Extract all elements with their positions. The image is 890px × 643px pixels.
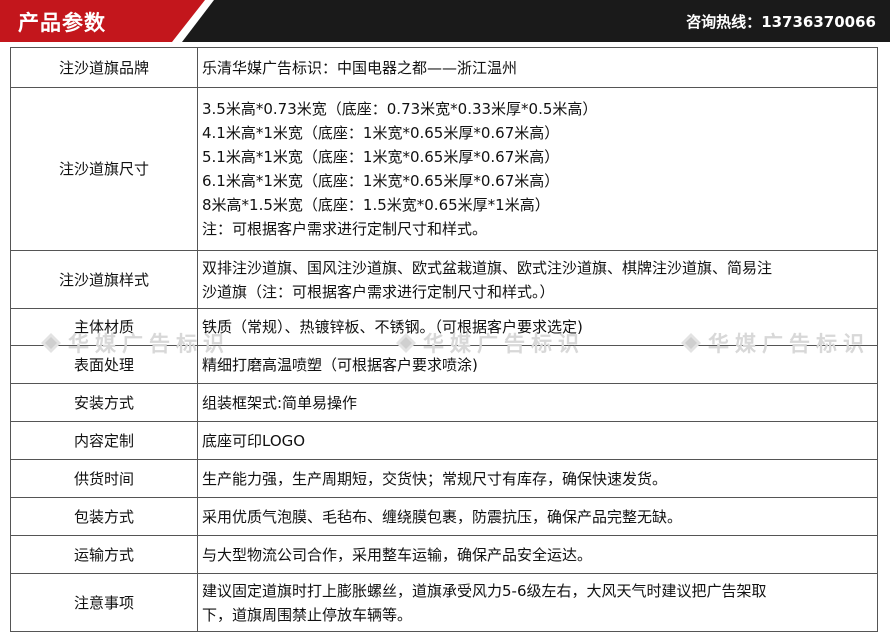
param-line: 3.5米高*0.73米宽（底座：0.73米宽*0.33米厚*0.5米高） bbox=[202, 100, 598, 118]
param-key: 供货时间 bbox=[10, 459, 198, 498]
param-value: 采用优质气泡膜、毛毡布、缠绕膜包裹，防震抗压，确保产品完整无缺。 bbox=[197, 497, 878, 536]
param-value: 乐清华媒广告标识：中国电器之都——浙江温州 bbox=[197, 47, 878, 88]
param-value: 建议固定道旗时打上膨胀螺丝，道旗承受风力5-6级左右，大风天气时建议把广告架取 … bbox=[197, 573, 878, 632]
table-row: 注沙道旗尺寸 3.5米高*0.73米宽（底座：0.73米宽*0.33米厚*0.5… bbox=[10, 87, 878, 251]
hotline: 咨询热线：13736370066 bbox=[686, 11, 876, 32]
param-line: 生产能力强，生产周期短，交货快；常规尺寸有库存，确保快速发货。 bbox=[202, 469, 668, 488]
param-value: 3.5米高*0.73米宽（底座：0.73米宽*0.33米厚*0.5米高） 4.1… bbox=[197, 87, 878, 251]
param-line: 8米高*1.5米宽（底座：1.5米宽*0.65米厚*1米高） bbox=[202, 196, 550, 214]
table-row: 主体材质 铁质（常规）、热镀锌板、不锈钢。（可根据客户要求选定) bbox=[10, 308, 878, 346]
param-line: 组装框架式:简单易操作 bbox=[202, 393, 358, 412]
header-bar: 产品参数 咨询热线：13736370066 bbox=[0, 0, 890, 42]
param-line: 5.1米高*1米宽（底座：1米宽*0.65米厚*0.67米高） bbox=[202, 148, 560, 166]
page-title: 产品参数 bbox=[18, 11, 106, 35]
param-value: 铁质（常规）、热镀锌板、不锈钢。（可根据客户要求选定) bbox=[197, 308, 878, 346]
product-params-table: 注沙道旗品牌 乐清华媒广告标识：中国电器之都——浙江温州 注沙道旗尺寸 3.5米… bbox=[10, 47, 878, 632]
param-line: 精细打磨高温喷塑（可根据客户要求喷涂) bbox=[202, 355, 478, 374]
table-row: 运输方式 与大型物流公司合作，采用整车运输，确保产品安全运达。 bbox=[10, 535, 878, 574]
table-row: 表面处理 精细打磨高温喷塑（可根据客户要求喷涂) bbox=[10, 345, 878, 384]
param-value: 组装框架式:简单易操作 bbox=[197, 383, 878, 422]
param-line: 注：可根据客户需求进行定制尺寸和样式。 bbox=[202, 220, 488, 238]
table-row: 注沙道旗样式 双排注沙道旗、国风注沙道旗、欧式盆栽道旗、欧式注沙道旗、棋牌注沙道… bbox=[10, 250, 878, 309]
param-key: 运输方式 bbox=[10, 535, 198, 574]
table-row: 供货时间 生产能力强，生产周期短，交货快；常规尺寸有库存，确保快速发货。 bbox=[10, 459, 878, 498]
table-row: 安装方式 组装框架式:简单易操作 bbox=[10, 383, 878, 422]
param-line: 底座可印LOGO bbox=[202, 431, 306, 450]
param-key: 表面处理 bbox=[10, 345, 198, 384]
table-row: 包装方式 采用优质气泡膜、毛毡布、缠绕膜包裹，防震抗压，确保产品完整无缺。 bbox=[10, 497, 878, 536]
param-key: 包装方式 bbox=[10, 497, 198, 536]
param-value: 生产能力强，生产周期短，交货快；常规尺寸有库存，确保快速发货。 bbox=[197, 459, 878, 498]
param-key: 注意事项 bbox=[10, 573, 198, 632]
param-line: 沙道旗（注：可根据客户需求进行定制尺寸和样式。） bbox=[202, 282, 555, 301]
param-value: 双排注沙道旗、国风注沙道旗、欧式盆栽道旗、欧式注沙道旗、棋牌注沙道旗、简易注 沙… bbox=[197, 250, 878, 309]
param-key: 注沙道旗样式 bbox=[10, 250, 198, 309]
table-row: 内容定制 底座可印LOGO bbox=[10, 421, 878, 460]
hotline-number: 13736370066 bbox=[761, 13, 876, 31]
param-key: 注沙道旗品牌 bbox=[10, 47, 198, 88]
header-red-tab: 产品参数 bbox=[0, 0, 205, 42]
param-line: 与大型物流公司合作，采用整车运输，确保产品安全运达。 bbox=[202, 545, 593, 564]
param-line: 双排注沙道旗、国风注沙道旗、欧式盆栽道旗、欧式注沙道旗、棋牌注沙道旗、简易注 bbox=[202, 258, 773, 277]
param-value: 精细打磨高温喷塑（可根据客户要求喷涂) bbox=[197, 345, 878, 384]
table-row: 注意事项 建议固定道旗时打上膨胀螺丝，道旗承受风力5-6级左右，大风天气时建议把… bbox=[10, 573, 878, 632]
param-line: 采用优质气泡膜、毛毡布、缠绕膜包裹，防震抗压，确保产品完整无缺。 bbox=[202, 507, 683, 526]
param-line: 6.1米高*1米宽（底座：1米宽*0.65米厚*0.67米高） bbox=[202, 172, 560, 190]
param-value: 与大型物流公司合作，采用整车运输，确保产品安全运达。 bbox=[197, 535, 878, 574]
table-row: 注沙道旗品牌 乐清华媒广告标识：中国电器之都——浙江温州 bbox=[10, 47, 878, 88]
param-line: 铁质（常规）、热镀锌板、不锈钢。（可根据客户要求选定) bbox=[202, 318, 583, 336]
param-key: 内容定制 bbox=[10, 421, 198, 460]
param-key: 注沙道旗尺寸 bbox=[10, 87, 198, 251]
param-line: 下，道旗周围禁止停放车辆等。 bbox=[202, 605, 413, 624]
param-key: 主体材质 bbox=[10, 308, 198, 346]
param-line: 4.1米高*1米宽（底座：1米宽*0.65米厚*0.67米高） bbox=[202, 124, 560, 142]
param-value: 底座可印LOGO bbox=[197, 421, 878, 460]
param-key: 安装方式 bbox=[10, 383, 198, 422]
hotline-label: 咨询热线： bbox=[686, 13, 762, 31]
param-line: 乐清华媒广告标识：中国电器之都——浙江温州 bbox=[202, 58, 518, 77]
param-line: 建议固定道旗时打上膨胀螺丝，道旗承受风力5-6级左右，大风天气时建议把广告架取 bbox=[202, 581, 767, 600]
